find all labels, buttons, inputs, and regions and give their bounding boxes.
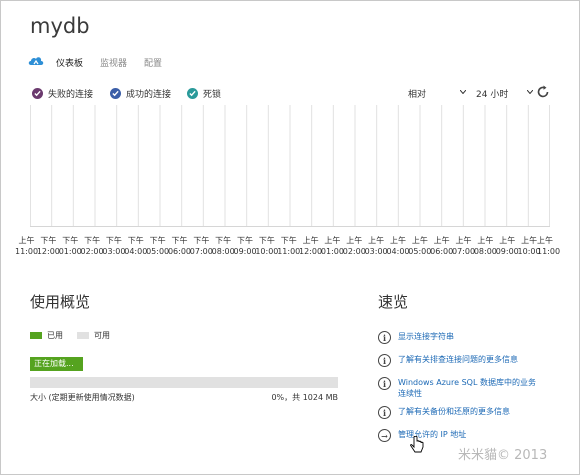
check-icon	[110, 88, 121, 99]
x-tick-label: 上午 11:00	[15, 236, 39, 256]
watermark: 米米貓© 2013	[458, 448, 548, 463]
x-tick-label: 下午 03:00	[102, 236, 126, 256]
tab-monitor[interactable]: 监视器	[100, 56, 127, 69]
used-label: 已用	[47, 331, 63, 340]
link-text: 了解有关排查连接问题的更多信息	[398, 355, 518, 364]
backup-restore-link[interactable]: i 了解有关备份和还原的更多信息	[378, 406, 510, 419]
x-tick-label: 下午 05:00	[146, 236, 170, 256]
usage-legend: 已用 可用	[30, 330, 110, 341]
legend-label: 失败的连接	[48, 90, 94, 100]
connections-chart	[30, 105, 550, 227]
legend-label: 死锁	[203, 90, 222, 100]
mode-select-value: 相对	[408, 90, 427, 100]
x-tick-label: 下午 01:00	[58, 236, 82, 256]
x-tick-label: 上午 01:00	[320, 236, 344, 256]
x-tick-label: 上午 03:00	[364, 236, 388, 256]
size-label: 大小 (定期更新使用情况数据)	[30, 393, 135, 402]
loading-badge: 正在加载...	[30, 357, 83, 371]
x-tick-label: 下午 09:00	[233, 236, 257, 256]
size-value: 0%，共 1024 MB	[271, 393, 338, 402]
legend-successful-connections[interactable]: 成功的连接	[110, 87, 171, 100]
hand-cursor-icon	[410, 436, 424, 453]
quick-glance-title: 速览	[378, 293, 409, 311]
page-title: mydb	[30, 14, 90, 38]
range-select-value: 24 小时	[476, 90, 509, 100]
arrow-right-icon: →	[378, 429, 391, 442]
x-axis-ticks: 上午 11:00 下午 12:00 下午 01:00 下午 02:00 下午 03:00 下午 04:…	[15, 235, 561, 271]
check-icon	[187, 88, 198, 99]
available-label: 可用	[94, 331, 110, 340]
x-tick-label: 上午 12:00	[299, 236, 323, 256]
check-icon	[32, 88, 43, 99]
mode-select[interactable]: 相对	[408, 87, 468, 100]
x-tick-label: 下午 11:00	[277, 236, 301, 256]
x-tick-label: 下午 10:00	[255, 236, 279, 256]
x-tick-label: 上午 08:00	[473, 236, 497, 256]
cloud-icon	[28, 57, 44, 65]
x-tick-label: 上午 04:00	[386, 236, 410, 256]
info-icon: i	[378, 406, 391, 419]
troubleshoot-connections-link[interactable]: i 了解有关排查连接问题的更多信息	[378, 354, 518, 367]
x-tick-label: 上午 06:00	[430, 236, 454, 256]
x-tick-label: 下午 12:00	[36, 236, 60, 256]
used-swatch	[30, 332, 42, 339]
tab-configure[interactable]: 配置	[144, 56, 162, 69]
usage-bar	[30, 377, 338, 388]
tab-dashboard[interactable]: 仪表板	[56, 56, 83, 69]
range-select[interactable]: 24 小时	[476, 87, 534, 100]
x-tick-label: 上午 05:00	[408, 236, 432, 256]
legend-label: 成功的连接	[126, 90, 172, 100]
x-tick-label: 下午 08:00	[211, 236, 235, 256]
x-tick-label: 上午 11:00	[537, 236, 561, 256]
chevron-down-icon	[460, 90, 466, 94]
link-text: 连续性	[398, 389, 422, 398]
show-connection-strings-link[interactable]: i 显示连接字符串	[378, 331, 454, 344]
link-text: 显示连接字符串	[398, 332, 454, 341]
x-tick-label: 上午 07:00	[452, 236, 476, 256]
info-icon: i	[378, 377, 391, 390]
chevron-down-icon	[527, 90, 533, 94]
info-icon: i	[378, 354, 391, 367]
legend-failed-connections[interactable]: 失败的连接	[32, 87, 93, 100]
link-text: 管理允许的 IP 地址	[398, 430, 467, 439]
x-tick-label: 上午 02:00	[342, 236, 366, 256]
legend-deadlocks[interactable]: 死锁	[187, 87, 221, 100]
info-icon: i	[378, 331, 391, 344]
available-swatch	[77, 332, 89, 339]
x-tick-label: 下午 02:00	[80, 236, 104, 256]
link-text: 了解有关备份和还原的更多信息	[398, 407, 510, 416]
x-tick-label: 下午 06:00	[167, 236, 191, 256]
x-tick-label: 下午 04:00	[124, 236, 148, 256]
x-tick-label: 下午 07:00	[189, 236, 213, 256]
usage-title: 使用概览	[30, 293, 91, 311]
x-tick-label: 上午 09:00	[495, 236, 519, 256]
link-text: Windows Azure SQL 数据库中的业务	[398, 378, 536, 387]
refresh-icon[interactable]	[536, 85, 550, 99]
business-continuity-link[interactable]: i Windows Azure SQL 数据库中的业务 连续性	[378, 377, 536, 399]
